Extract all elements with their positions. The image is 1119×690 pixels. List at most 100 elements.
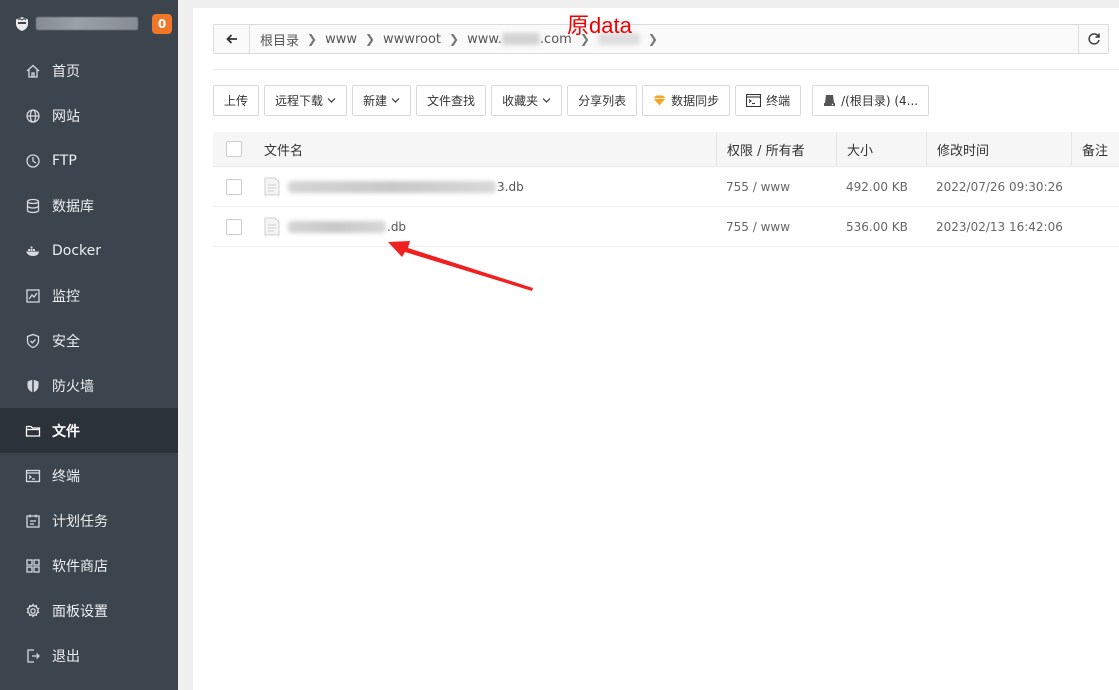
redacted-filename <box>288 220 386 233</box>
toolbar: 上传 远程下载 新建 文件查找 收藏夹 分享列表 数据同步 终端 /(根目录) … <box>213 85 934 117</box>
folder-icon <box>24 422 42 440</box>
table-row[interactable]: .db 755 / www 536.00 KB 2023/02/13 16:42… <box>213 207 1119 247</box>
favorites-button[interactable]: 收藏夹 <box>491 85 563 116</box>
data-sync-label: 数据同步 <box>671 94 720 108</box>
disk-icon <box>823 94 836 107</box>
crumb-wwwroot[interactable]: wwwroot <box>379 32 445 47</box>
crumb-www[interactable]: www <box>321 32 361 47</box>
notification-badge[interactable]: 0 <box>152 14 172 34</box>
file-icon <box>264 217 280 236</box>
sidebar-item-label: FTP <box>52 152 77 169</box>
remote-download-button[interactable]: 远程下载 <box>264 85 348 116</box>
chevron-down-icon <box>327 98 336 103</box>
table-header: 文件名 权限 / 所有者 大小 修改时间 备注 <box>213 132 1119 167</box>
mtime-cell: 2022/07/26 09:30:26 <box>936 179 1063 194</box>
sidebar-item-label: Docker <box>52 242 102 259</box>
sidebar-item-label: 文件 <box>52 423 80 440</box>
select-all-checkbox[interactable] <box>226 141 242 157</box>
disk-path-label: /(根目录) (4... <box>841 94 919 108</box>
mtime-cell: 2023/02/13 16:42:06 <box>936 219 1063 234</box>
sidebar-item-terminal[interactable]: 终端 <box>0 453 178 498</box>
grid-icon <box>24 557 42 575</box>
chevron-down-icon <box>542 98 551 103</box>
file-name-link[interactable]: 3.db <box>288 180 524 194</box>
chevron-right-icon: ❯ <box>449 32 460 46</box>
sidebar-item-cron[interactable]: 计划任务 <box>0 498 178 543</box>
file-name-suffix: .db <box>387 219 407 234</box>
data-sync-button[interactable]: 数据同步 <box>642 85 731 116</box>
sidebar-item-files[interactable]: 文件 <box>0 408 178 453</box>
favorites-label: 收藏夹 <box>502 94 539 108</box>
terminal-button[interactable]: 终端 <box>735 85 802 116</box>
upload-button[interactable]: 上传 <box>213 85 260 116</box>
crumb-root[interactable]: 根目录 <box>256 30 303 49</box>
globe-icon <box>24 107 42 125</box>
crumb-site[interactable]: www. .com <box>463 32 576 47</box>
header-mtime[interactable]: 修改时间 <box>926 132 1071 166</box>
sidebar-item-label: 面板设置 <box>52 603 108 620</box>
header-permission[interactable]: 权限 / 所有者 <box>716 132 836 166</box>
sidebar-item-store[interactable]: 软件商店 <box>0 543 178 588</box>
file-name-cell: 3.db <box>255 167 716 206</box>
row-checkbox[interactable] <box>226 218 242 235</box>
row-checkbox-cell <box>213 207 255 246</box>
header-name[interactable]: 文件名 <box>255 132 716 166</box>
size-cell: 536.00 KB <box>846 219 908 234</box>
terminal-icon <box>24 467 42 485</box>
new-label: 新建 <box>363 94 388 108</box>
terminal-icon <box>746 94 762 107</box>
sidebar-item-label: 退出 <box>52 648 80 665</box>
back-button[interactable] <box>214 25 250 53</box>
file-name-suffix: 3.db <box>497 179 524 194</box>
sidebar-item-label: 首页 <box>52 63 80 80</box>
file-name-cell: .db <box>255 207 716 246</box>
monitor-icon <box>24 287 42 305</box>
arrow-left-icon <box>225 34 237 44</box>
row-checkbox[interactable] <box>226 178 242 195</box>
sidebar-item-website[interactable]: 网站 <box>0 93 178 138</box>
chevron-down-icon <box>391 98 400 103</box>
table-row[interactable]: 3.db 755 / www 492.00 KB 2022/07/26 09:3… <box>213 167 1119 207</box>
sidebar-item-label: 防火墙 <box>52 378 94 395</box>
header-size[interactable]: 大小 <box>836 132 926 166</box>
sidebar-item-database[interactable]: 数据库 <box>0 183 178 228</box>
sidebar-item-logout[interactable]: 退出 <box>0 633 178 678</box>
calendar-icon <box>24 512 42 530</box>
permission-cell[interactable]: 755 / www <box>716 167 836 206</box>
terminal-label: 终端 <box>766 94 791 108</box>
remote-download-label: 远程下载 <box>275 94 324 108</box>
disk-path-button[interactable]: /(根目录) (4... <box>812 85 930 116</box>
shield-check-icon <box>24 332 42 350</box>
sidebar-item-label: 安全 <box>52 333 80 350</box>
path-bar: 根目录 ❯ www ❯ wwwroot ❯ www. .com ❯ ❯ <box>213 24 1109 54</box>
logout-icon <box>24 647 42 665</box>
refresh-button[interactable] <box>1078 25 1108 53</box>
note-cell <box>1071 167 1119 206</box>
brand: 0 <box>0 0 178 47</box>
sidebar-menu: 首页 网站 FTP 数据库 Docker 监控 安全 防火墙 文件 终端 计划任… <box>0 48 178 678</box>
sidebar-item-label: 数据库 <box>52 198 94 215</box>
size-cell: 492.00 KB <box>846 179 908 194</box>
file-icon <box>264 177 280 196</box>
firewall-icon <box>24 377 42 395</box>
sidebar-item-home[interactable]: 首页 <box>0 48 178 93</box>
header-checkbox-cell <box>213 132 255 166</box>
sidebar-item-security[interactable]: 安全 <box>0 318 178 363</box>
redacted-filename <box>288 180 496 193</box>
file-manager-panel: 根目录 ❯ www ❯ wwwroot ❯ www. .com ❯ ❯ 原data… <box>193 8 1119 690</box>
sidebar-item-docker[interactable]: Docker <box>0 228 178 273</box>
diamond-icon <box>653 95 666 106</box>
redacted-domain <box>501 33 540 45</box>
sidebar-item-firewall[interactable]: 防火墙 <box>0 363 178 408</box>
sidebar-item-ftp[interactable]: FTP <box>0 138 178 183</box>
file-search-button[interactable]: 文件查找 <box>416 85 487 116</box>
sidebar-item-label: 监控 <box>52 288 80 305</box>
permission-cell[interactable]: 755 / www <box>716 207 836 246</box>
gear-icon <box>24 602 42 620</box>
share-list-button[interactable]: 分享列表 <box>567 85 638 116</box>
sidebar-item-settings[interactable]: 面板设置 <box>0 588 178 633</box>
file-name-link[interactable]: .db <box>288 220 406 234</box>
new-button[interactable]: 新建 <box>352 85 412 116</box>
sidebar-item-monitor[interactable]: 监控 <box>0 273 178 318</box>
breadcrumb: 根目录 ❯ www ❯ wwwroot ❯ www. .com ❯ ❯ <box>250 25 1078 53</box>
